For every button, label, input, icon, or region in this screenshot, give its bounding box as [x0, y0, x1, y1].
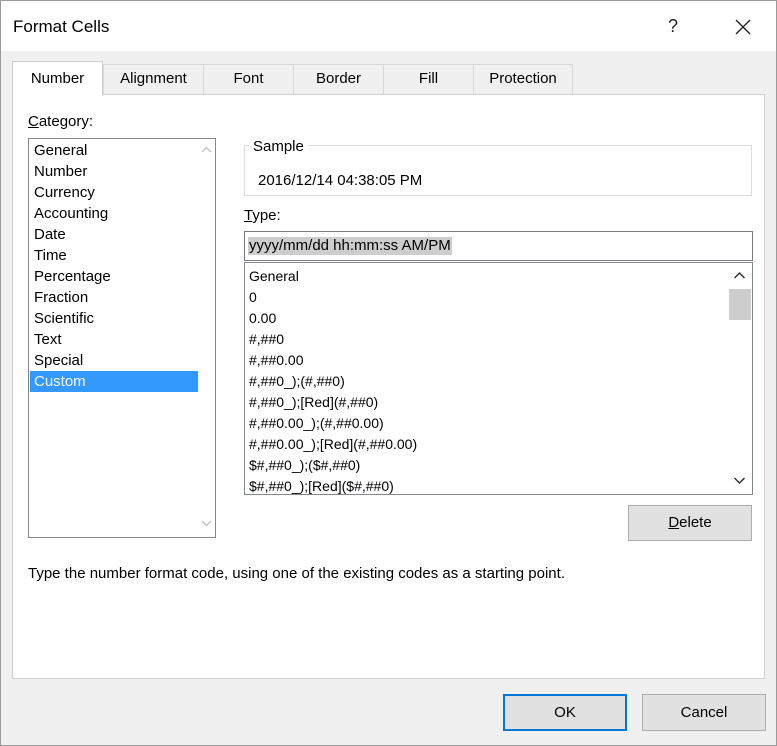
format-code-item[interactable]: General	[249, 266, 299, 287]
chevron-up-icon[interactable]	[731, 267, 748, 284]
scrollbar-thumb[interactable]	[729, 289, 751, 320]
category-list[interactable]: General Number Currency Accounting Date …	[28, 138, 216, 538]
sample-label: Sample	[249, 138, 308, 155]
tab-fill[interactable]: Fill	[383, 64, 474, 95]
format-code-item[interactable]: #,##0.00_);[Red](#,##0.00)	[249, 434, 417, 455]
sample-value: 2016/12/14 04:38:05 PM	[258, 172, 423, 189]
chevron-up-icon[interactable]	[198, 141, 215, 158]
format-code-item[interactable]: #,##0_);(#,##0)	[249, 371, 345, 392]
category-item-accounting[interactable]: Accounting	[30, 203, 201, 224]
dialog-title: Format Cells	[13, 17, 110, 36]
category-item-scientific[interactable]: Scientific	[30, 308, 201, 329]
category-item-percentage[interactable]: Percentage	[30, 266, 201, 287]
title-bar: Format Cells ?	[1, 1, 776, 51]
category-item-number[interactable]: Number	[30, 161, 201, 182]
format-code-item[interactable]: $#,##0_);($#,##0)	[249, 455, 360, 476]
help-button[interactable]: ?	[656, 9, 690, 43]
instruction-text: Type the number format code, using one o…	[28, 565, 565, 582]
tab-alignment[interactable]: Alignment	[103, 64, 204, 95]
tab-border[interactable]: Border	[293, 64, 384, 95]
ok-button[interactable]: OK	[503, 694, 627, 731]
category-scrollbar[interactable]	[198, 139, 215, 537]
type-input[interactable]: yyyy/mm/dd hh:mm:ss AM/PM	[244, 231, 753, 261]
tab-font[interactable]: Font	[203, 64, 294, 95]
delete-button[interactable]: Delete	[628, 505, 752, 541]
close-icon	[735, 19, 751, 35]
format-code-item[interactable]: $#,##0_);[Red]($#,##0)	[249, 476, 394, 494]
category-item-currency[interactable]: Currency	[30, 182, 201, 203]
close-button[interactable]	[721, 9, 765, 43]
chevron-down-icon[interactable]	[198, 515, 215, 532]
format-code-item[interactable]: #,##0	[249, 329, 284, 350]
category-item-date[interactable]: Date	[30, 224, 201, 245]
cancel-button[interactable]: Cancel	[642, 694, 766, 731]
format-code-item[interactable]: 0.00	[249, 308, 276, 329]
type-input-value: yyyy/mm/dd hh:mm:ss AM/PM	[248, 237, 452, 255]
tab-number[interactable]: Number	[12, 61, 103, 96]
category-item-general[interactable]: General	[30, 140, 201, 161]
format-code-item[interactable]: #,##0_);[Red](#,##0)	[249, 392, 378, 413]
category-label: Category:	[28, 113, 94, 130]
format-code-scrollbar[interactable]	[728, 263, 752, 494]
number-tab-panel: Category: General Number Currency Accoun…	[12, 94, 765, 679]
chevron-down-icon[interactable]	[731, 472, 748, 489]
format-cells-dialog: Format Cells ? Number Alignment Font Bor…	[0, 0, 777, 746]
category-item-special[interactable]: Special	[30, 350, 201, 371]
tab-protection[interactable]: Protection	[473, 64, 573, 95]
category-item-fraction[interactable]: Fraction	[30, 287, 201, 308]
format-code-item[interactable]: #,##0.00_);(#,##0.00)	[249, 413, 384, 434]
category-item-time[interactable]: Time	[30, 245, 201, 266]
category-item-text[interactable]: Text	[30, 329, 201, 350]
format-code-item[interactable]: 0	[249, 287, 257, 308]
format-code-item[interactable]: #,##0.00	[249, 350, 304, 371]
category-item-custom[interactable]: Custom	[30, 371, 201, 392]
type-label: Type:	[244, 207, 281, 224]
format-code-list[interactable]: General 0 0.00 #,##0 #,##0.00 #,##0_);(#…	[244, 262, 753, 495]
